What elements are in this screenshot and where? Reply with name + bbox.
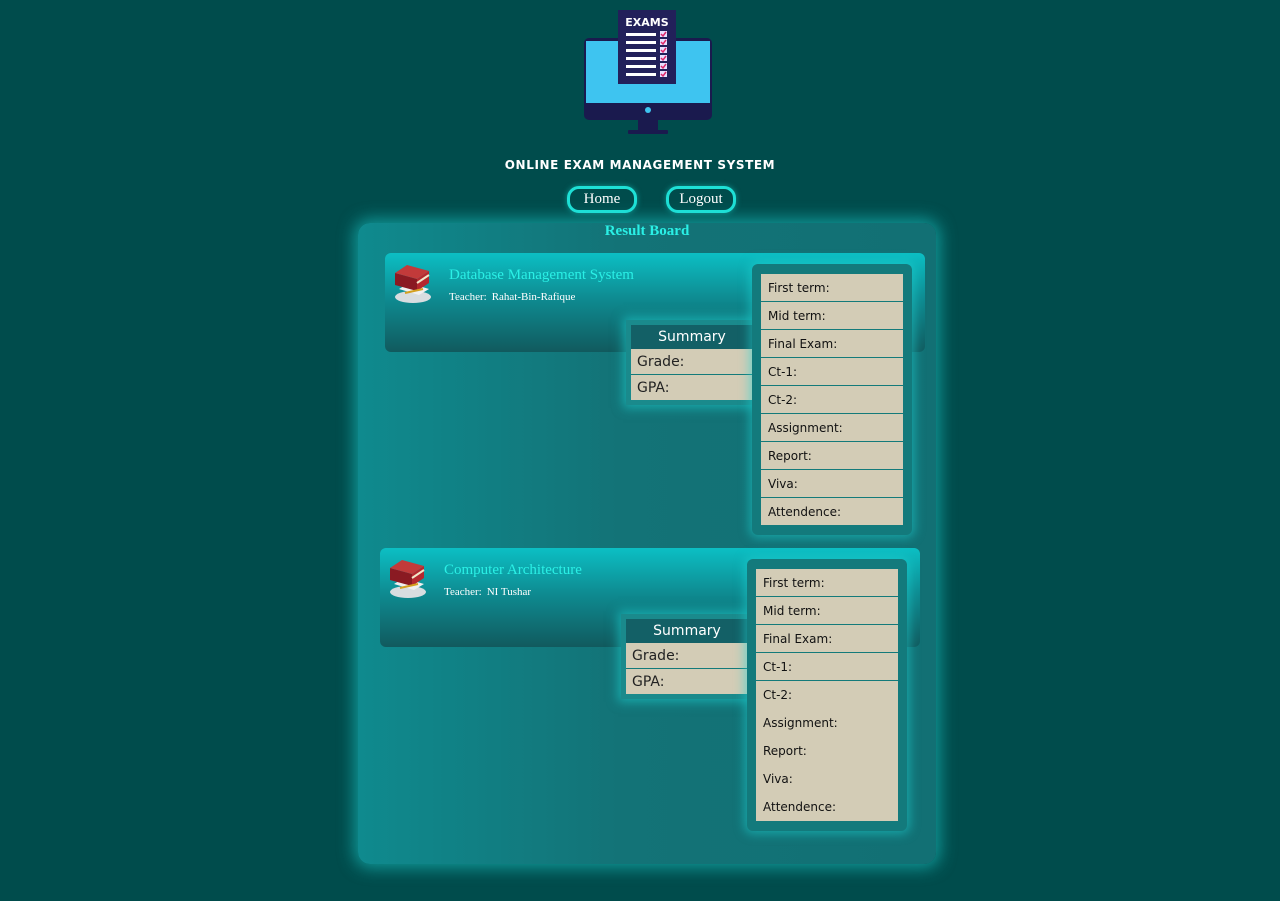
summary-title: Summary: [626, 619, 748, 643]
mark-mid-term: Mid term:: [761, 302, 903, 330]
gpa-label: GPA:: [626, 669, 748, 694]
mark-report: Report:: [761, 442, 903, 470]
mark-ct-1: Ct-1:: [756, 653, 898, 681]
mark-viva: Viva:: [763, 771, 793, 786]
mark-mid-term: Mid term:: [756, 597, 898, 625]
mark-ct-2: Ct-2:: [761, 386, 903, 414]
summary-box: Summary Grade: GPA:: [621, 614, 748, 699]
course-name: Database Management System: [449, 267, 634, 283]
mark-final-exam: Final Exam:: [756, 625, 898, 653]
books-icon: [395, 265, 431, 303]
exams-monitor-logo: EXAMS: [584, 10, 712, 134]
teacher-label: Teacher:: [444, 586, 482, 598]
gpa-label: GPA:: [631, 375, 753, 400]
mark-report: Report:: [763, 743, 807, 758]
grade-label: Grade:: [626, 643, 748, 669]
grade-label: Grade:: [631, 349, 753, 375]
teacher-info: Teacher: Rahat-Bin-Rafique: [449, 291, 575, 303]
marks-list: First term: Mid term: Final Exam: Ct-1: …: [756, 569, 898, 821]
mark-final-exam: Final Exam:: [761, 330, 903, 358]
mark-ct-2: Ct-2:: [763, 687, 793, 702]
logout-button[interactable]: Logout: [666, 186, 736, 213]
mark-viva: Viva:: [761, 470, 903, 498]
summary-title: Summary: [631, 325, 753, 349]
books-icon: [390, 560, 426, 598]
teacher-name: NI Tushar: [486, 586, 532, 598]
mark-first-term: First term:: [761, 274, 903, 302]
teacher-name: Rahat-Bin-Rafique: [491, 291, 576, 303]
app-title: ONLINE EXAM MANAGEMENT SYSTEM: [504, 158, 776, 172]
marks-panel: First term: Mid term: Final Exam: Ct-1: …: [747, 559, 907, 831]
logo-text: EXAMS: [625, 16, 668, 29]
page: EXAMS ONLINE EXAM MANAGEMENT SYSTEM Home…: [0, 0, 1280, 901]
board-title: Result Board: [604, 223, 690, 239]
marks-list: First term: Mid term: Final Exam: Ct-1: …: [761, 274, 903, 525]
course-name: Computer Architecture: [444, 562, 582, 578]
mark-assignment: Assignment:: [761, 414, 903, 442]
mark-assignment: Assignment:: [763, 715, 838, 730]
teacher-label: Teacher:: [449, 291, 487, 303]
marks-panel: First term: Mid term: Final Exam: Ct-1: …: [752, 264, 912, 535]
mark-ct-1: Ct-1:: [761, 358, 903, 386]
result-board: Result Board Database Management System …: [358, 223, 936, 864]
home-button[interactable]: Home: [567, 186, 637, 213]
summary-box: Summary Grade: GPA:: [626, 320, 753, 405]
mark-attendence: Attendence:: [763, 799, 837, 814]
teacher-info: Teacher: NI Tushar: [444, 586, 531, 598]
mark-first-term: First term:: [756, 569, 898, 597]
mark-attendence: Attendence:: [768, 504, 842, 519]
